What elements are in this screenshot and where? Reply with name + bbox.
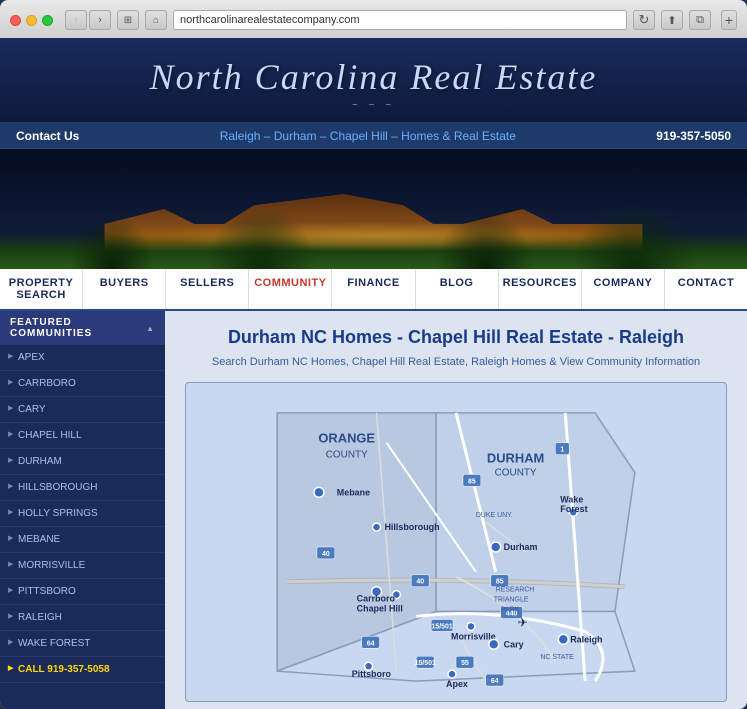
svg-text:64: 64 [367,640,375,647]
share-button[interactable]: ⬆ [661,10,683,30]
svg-text:NC STATE: NC STATE [540,654,574,661]
svg-text:DURHAM: DURHAM [487,451,544,466]
new-tab-button[interactable]: + [721,10,737,30]
sidebar-item-holly-springs[interactable]: HOLLY SPRINGS [0,501,165,527]
page-subtitle: Search Durham NC Homes, Chapel Hill Real… [185,356,727,368]
svg-text:Raleigh: Raleigh [570,634,602,644]
phone-number[interactable]: 919-357-5050 [656,129,731,143]
site-nav: PROPERTY SEARCH BUYERS SELLERS COMMUNITY… [0,269,747,311]
svg-text:PARK: PARK [501,607,520,614]
sidebar-item-chapel-hill[interactable]: CHAPEL HILL [0,423,165,449]
svg-text:DUKE UNY.: DUKE UNY. [476,512,513,519]
sidebar-header-label: FEATURED COMMUNITIES [10,317,146,339]
home-button[interactable]: ⌂ [145,10,167,30]
svg-text:64: 64 [491,678,499,685]
nav-buyers[interactable]: BUYERS [83,269,166,309]
svg-text:Hillsborough: Hillsborough [384,522,439,532]
svg-text:15/501: 15/501 [415,660,436,667]
svg-text:COUNTY: COUNTY [326,450,368,461]
svg-text:85: 85 [496,579,504,586]
svg-text:RESEARCH: RESEARCH [496,587,535,594]
back-button[interactable]: ‹ [65,10,87,30]
sidebar-item-cary[interactable]: CARY [0,397,165,423]
nav-finance[interactable]: FINANCE [332,269,415,309]
svg-text:Forest: Forest [560,504,587,514]
reader-button[interactable]: ⊞ [117,10,139,30]
sidebar-item-morrisville[interactable]: MORRISVILLE [0,553,165,579]
sidebar-item-apex[interactable]: APEX [0,345,165,371]
contact-us-link[interactable]: Contact Us [16,129,79,143]
sidebar-header: FEATURED COMMUNITIES ▲ [0,311,165,345]
sidebar-item-durham[interactable]: DURHAM [0,449,165,475]
svg-text:TRIANGLE: TRIANGLE [494,597,529,604]
main-content: FEATURED COMMUNITIES ▲ APEX CARRBORO CAR… [0,311,747,709]
sidebar-item-hillsborough[interactable]: HILLSBOROUGH [0,475,165,501]
hero-image [0,149,747,269]
svg-text:40: 40 [416,579,424,586]
svg-text:Carrboro: Carrboro [357,594,396,604]
community-map: 40 85 40 85 1 440 15/501 [196,393,716,691]
svg-text:Cary: Cary [504,639,524,649]
sidebar-item-pittsboro[interactable]: PITTSBORO [0,579,165,605]
svg-text:COUNTY: COUNTY [495,467,537,478]
tagline: Raleigh – Durham – Chapel Hill – Homes &… [220,129,516,143]
reload-button[interactable]: ↻ [633,10,655,30]
nav-buttons: ‹ › [65,10,111,30]
sidebar-item-mebane[interactable]: MEBANE [0,527,165,553]
minimize-button[interactable] [26,15,37,26]
svg-text:Pittsboro: Pittsboro [352,669,392,679]
svg-text:ORANGE: ORANGE [318,431,375,446]
svg-text:Apex: Apex [446,679,468,689]
svg-text:Mebane: Mebane [337,487,370,497]
content-area: Durham NC Homes - Chapel Hill Real Estat… [165,311,747,709]
maximize-button[interactable] [42,15,53,26]
sidebar-call[interactable]: CALL 919-357-5058 [0,657,165,683]
browser-chrome: ‹ › ⊞ ⌂ northcarolinarealestatecompany.c… [0,0,747,38]
nav-community[interactable]: COMMUNITY [249,269,332,309]
sidebar: FEATURED COMMUNITIES ▲ APEX CARRBORO CAR… [0,311,165,709]
address-bar[interactable]: northcarolinarealestatecompany.com [173,10,627,30]
contact-bar: Contact Us Raleigh – Durham – Chapel Hil… [0,124,747,149]
svg-text:Durham: Durham [504,542,538,552]
sidebar-item-wake-forest[interactable]: WAKE FOREST [0,631,165,657]
svg-text:Wake: Wake [560,494,583,504]
sidebar-toggle-icon[interactable]: ▲ [146,324,155,333]
tabs-button[interactable]: ⧉ [689,10,711,30]
traffic-lights [10,15,53,26]
svg-text:85: 85 [468,478,476,485]
nav-contact[interactable]: CONTACT [665,269,747,309]
svg-text:✈: ✈ [518,615,528,629]
website: North Carolina Real Estate Contact Us Ra… [0,38,747,709]
forward-button[interactable]: › [89,10,111,30]
svg-text:15/501: 15/501 [431,623,452,630]
page-title: Durham NC Homes - Chapel Hill Real Estat… [185,327,727,348]
svg-text:Morrisville: Morrisville [451,631,496,641]
nav-blog[interactable]: BLOG [416,269,499,309]
site-header: North Carolina Real Estate [0,38,747,124]
title-decoration [10,102,737,108]
sidebar-item-raleigh[interactable]: RALEIGH [0,605,165,631]
close-button[interactable] [10,15,21,26]
svg-text:55: 55 [461,660,469,667]
hero-trees [0,189,747,269]
nav-resources[interactable]: RESOURCES [499,269,582,309]
svg-text:40: 40 [322,551,330,558]
nav-sellers[interactable]: SELLERS [166,269,249,309]
map-container[interactable]: 40 85 40 85 1 440 15/501 [185,382,727,702]
svg-text:1: 1 [560,447,564,454]
svg-text:Chapel Hill: Chapel Hill [357,604,403,614]
browser-window: ‹ › ⊞ ⌂ northcarolinarealestatecompany.c… [0,0,747,709]
nav-property-search[interactable]: PROPERTY SEARCH [0,269,83,309]
site-title: North Carolina Real Estate [10,56,737,98]
nav-company[interactable]: COMPANY [582,269,665,309]
sidebar-item-carrboro[interactable]: CARRBORO [0,371,165,397]
